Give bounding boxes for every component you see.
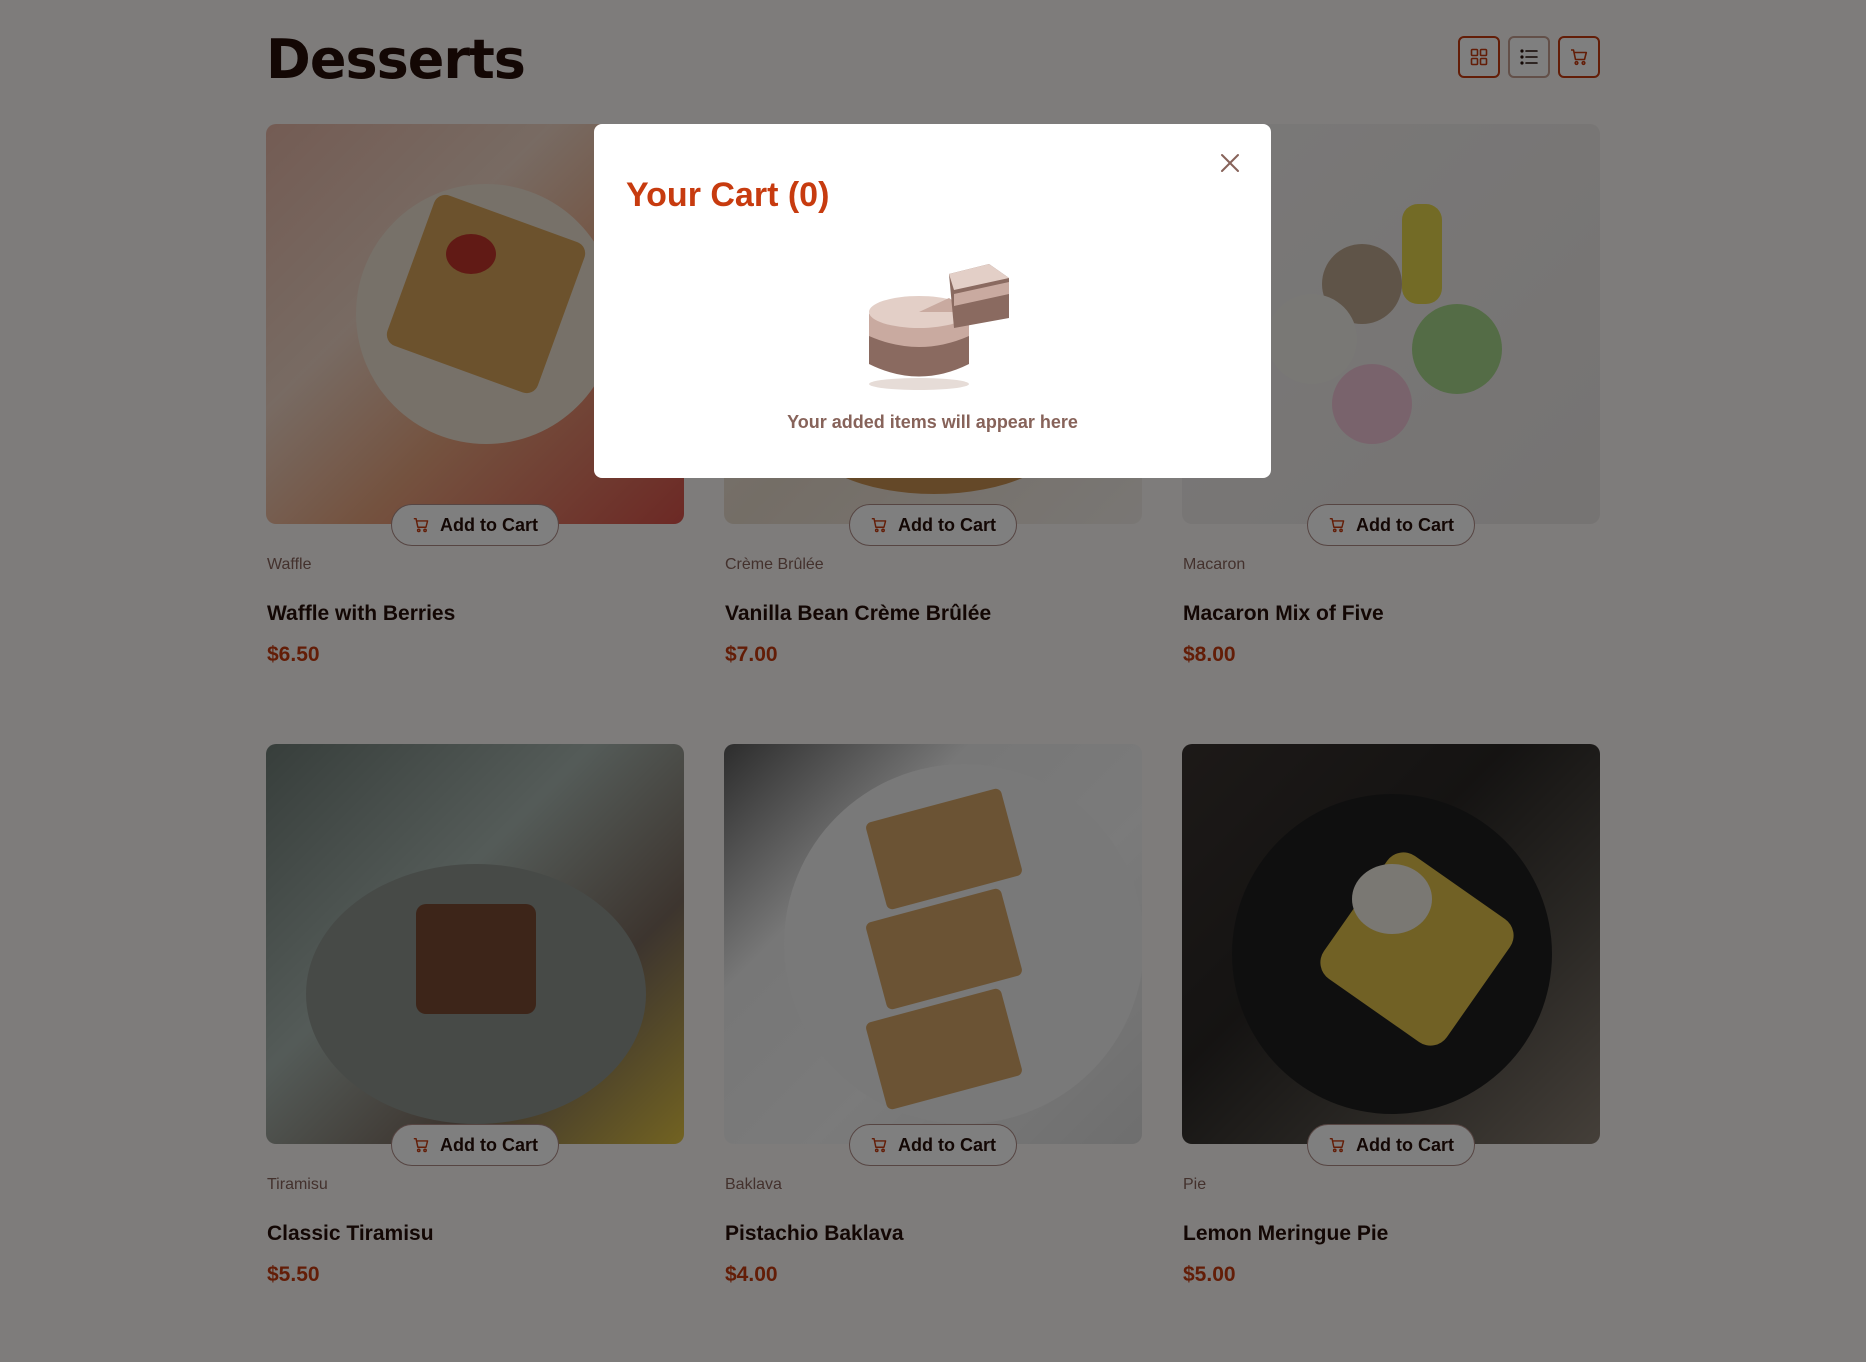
close-button[interactable] — [1211, 144, 1249, 182]
cart-modal: Your Cart (0) Your added items will appe… — [594, 124, 1271, 478]
close-icon — [1221, 154, 1239, 172]
empty-cart-message: Your added items will appear here — [787, 412, 1078, 432]
empty-cake-icon — [869, 264, 1009, 390]
cart-title: Your Cart (0) — [626, 176, 830, 214]
